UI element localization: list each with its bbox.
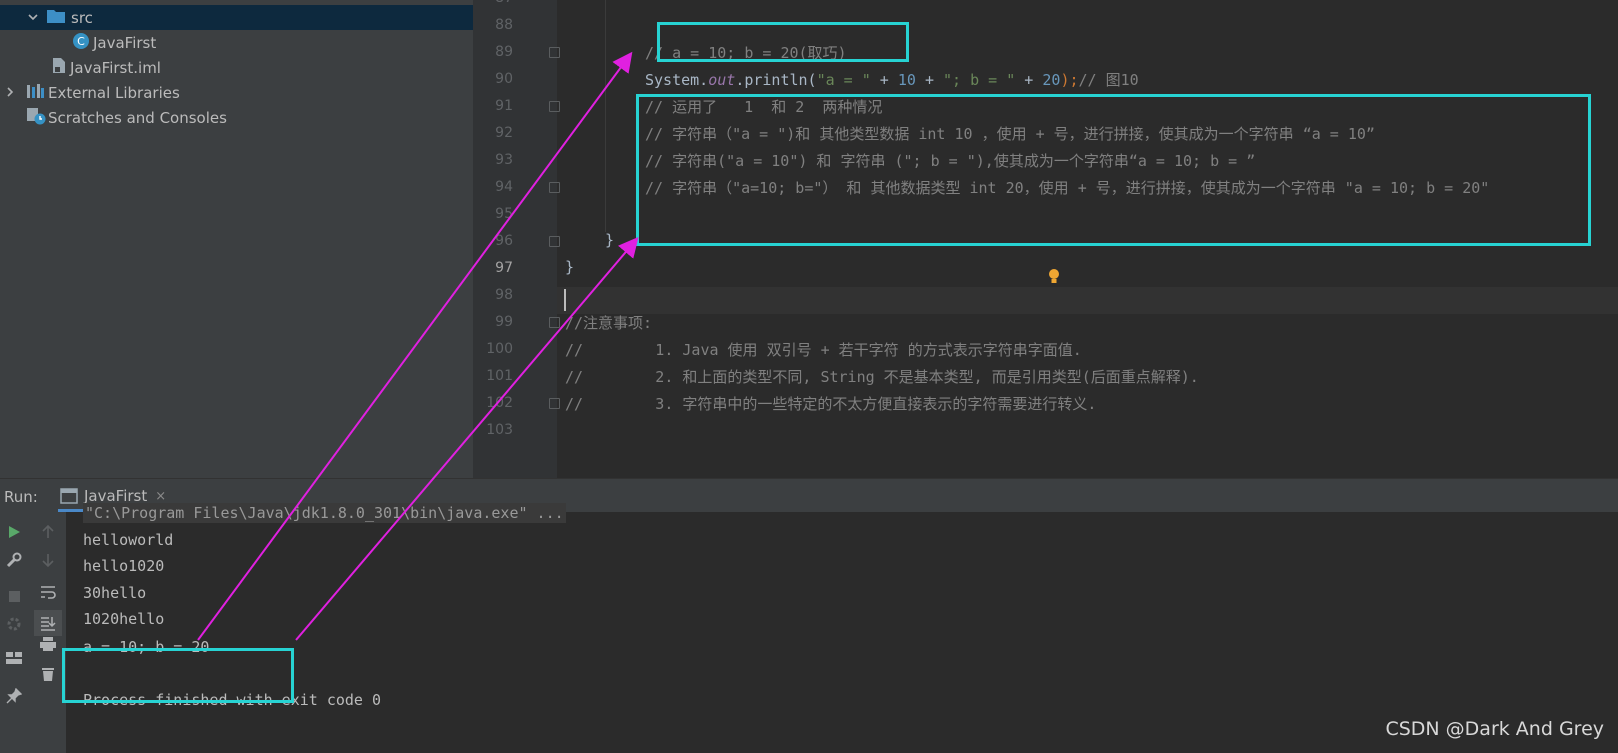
code-token: 10 [897,71,916,89]
chevron-right-icon[interactable] [4,84,16,102]
tree-item-javafirst-class[interactable]: C JavaFirst [0,30,473,55]
up-arrow-icon[interactable] [36,520,60,544]
line-number: 103 [486,422,513,438]
tree-item-external-libraries[interactable]: External Libraries [0,80,473,105]
code-token: + [1015,71,1043,89]
file-icon [52,57,66,78]
folder-icon [47,9,65,27]
line-number: 96 [495,233,513,249]
line-number: 87 [473,0,513,6]
console-line: "C:\Program Files\Java\jdk1.8.0_301\bin\… [83,503,566,523]
line-number: 101 [486,368,513,384]
line-number: 93 [495,152,513,168]
print-icon[interactable] [36,632,60,656]
code-token: "a = " [816,71,871,89]
fold-marker-icon[interactable] [549,317,560,328]
trash-icon[interactable] [36,662,60,686]
tree-item-label: External Libraries [48,83,180,102]
annotation-box-output [62,648,294,703]
line-number: 88 [495,17,513,33]
tree-item-scratches[interactable]: Scratches and Consoles [0,105,473,130]
console-line: 1020hello [83,610,165,628]
code-line-100: // 2. 和上面的类型不同, String 不是基本类型, 而是引用类型(后面… [565,368,1199,386]
fold-marker-icon[interactable] [549,236,560,247]
soft-wrap-icon[interactable] [36,580,60,604]
line-number: 95 [495,206,513,222]
code-line-101: // 3. 字符串中的一些特定的不太方便直接表示的字符需要进行转义. [565,395,1097,413]
line-number: 92 [495,125,513,141]
fold-marker-icon[interactable] [549,398,560,409]
console-line: hello1020 [83,557,165,575]
line-number-current: 97 [495,260,513,276]
code-token: // 图10 [1078,71,1139,89]
down-arrow-icon[interactable] [36,548,60,572]
line-number: 99 [495,314,513,330]
tree-item-label: JavaFirst [93,33,157,52]
indent-guide [605,0,606,232]
library-icon [26,83,44,103]
annotation-box-explanation [636,94,1591,246]
code-token: "; b = " [943,71,1016,89]
console-output[interactable]: "C:\Program Files\Java\jdk1.8.0_301\bin\… [66,503,1618,753]
pin-icon[interactable] [2,684,26,708]
current-line-highlight [557,287,1618,314]
fold-marker-icon[interactable] [549,47,560,58]
console-command: "C:\Program Files\Java\jdk1.8.0_301\bin\… [83,503,566,523]
run-toolbar [0,512,66,753]
code-line-89: System.out.println("a = " + 10 + "; b = … [645,69,1139,90]
svg-text:C: C [77,35,85,48]
line-number: 90 [495,71,513,87]
code-token: + [870,71,898,89]
fold-marker-icon[interactable] [549,101,560,112]
console-line: 30hello [83,584,147,602]
code-line-95: } [605,231,615,249]
java-class-icon: C [72,32,90,54]
code-token: 20 [1042,71,1061,89]
rerun-icon[interactable] [2,520,26,544]
code-token: System. [645,71,709,89]
fold-marker-icon[interactable] [549,182,560,193]
stop-icon[interactable] [2,584,26,608]
chevron-down-icon[interactable] [27,9,39,27]
line-number: 91 [495,98,513,114]
run-title: Run: [4,488,38,506]
code-token: ); [1060,71,1079,89]
line-number: 102 [486,395,513,411]
tree-item-label: JavaFirst.iml [70,58,161,77]
code-token: out [708,71,736,89]
code-line-96: } [565,258,575,276]
annotation-box-line88 [657,22,909,62]
gear-icon[interactable] [2,612,26,636]
project-tool-window: src C JavaFirst JavaFirst.iml External L… [0,0,473,478]
code-line-99: // 1. Java 使用 双引号 + 若干字符 的方式表示字符串字面值. [565,341,1082,359]
console-line: helloworld [83,531,174,549]
line-number: 94 [495,179,513,195]
line-number: 89 [495,44,513,60]
tree-item-javafirst-iml[interactable]: JavaFirst.iml [0,55,473,80]
scratches-icon [26,107,46,129]
tree-item-src[interactable]: src [0,5,473,30]
editor-gutter: 87 88 89 90 91 92 93 94 95 96 97 98 99 1… [473,0,557,478]
layout-icon[interactable] [2,646,26,670]
tree-item-label: src [71,8,93,27]
close-icon[interactable]: × [155,489,166,504]
wrench-icon[interactable] [2,548,26,572]
line-number: 98 [495,287,513,303]
text-caret [564,289,566,311]
code-token: .println( [735,71,817,89]
watermark: CSDN @Dark And Grey [1385,718,1604,740]
code-token: + [915,71,944,89]
code-line-98: //注意事项: [565,314,653,332]
console-icon [60,488,78,508]
line-number: 100 [486,341,513,357]
tree-item-label: Scratches and Consoles [48,108,227,127]
lightbulb-icon[interactable] [1048,268,1060,284]
